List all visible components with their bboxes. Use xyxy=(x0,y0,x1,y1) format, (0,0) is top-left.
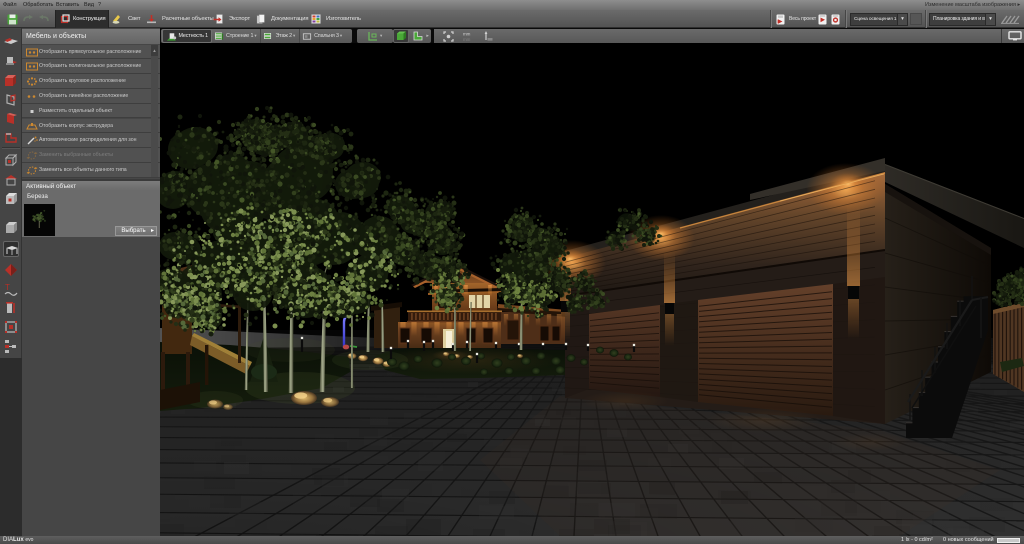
svg-text:mm: mm xyxy=(463,31,471,36)
svg-text:mm: mm xyxy=(463,37,471,42)
svg-text:T: T xyxy=(5,283,10,292)
